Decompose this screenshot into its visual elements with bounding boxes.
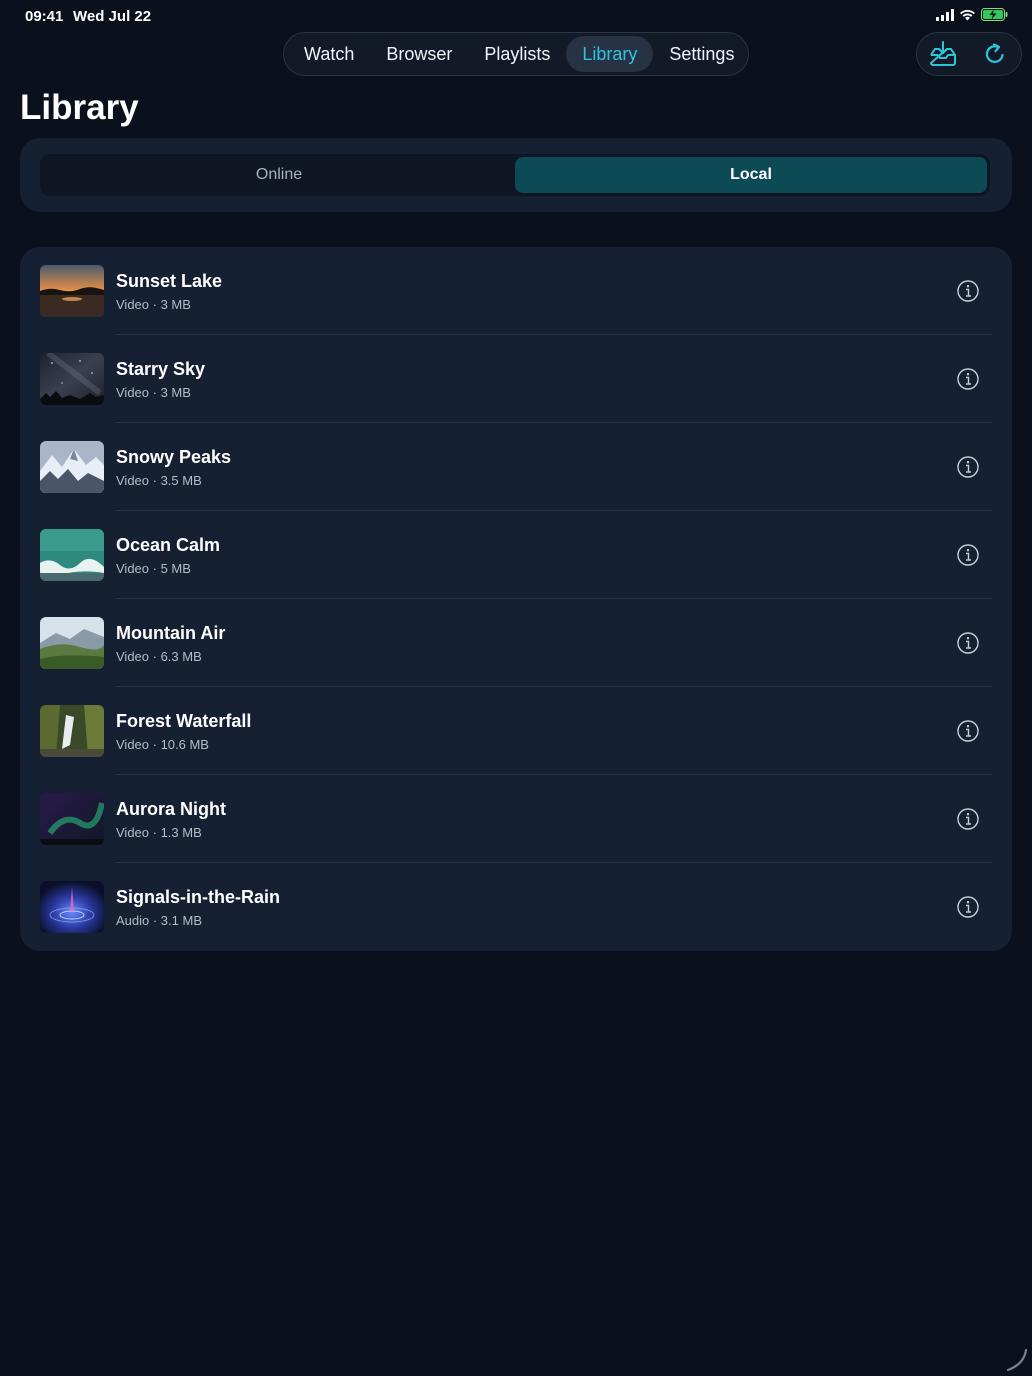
item-subtitle: Video · 10.6 MB bbox=[116, 737, 209, 752]
wifi-icon bbox=[960, 9, 975, 20]
item-title: Sunset Lake bbox=[116, 271, 223, 291]
info-icon[interactable] bbox=[956, 719, 980, 743]
status-icons bbox=[936, 8, 1008, 21]
thumbnail-aurora-night bbox=[40, 793, 104, 845]
list-item[interactable]: Mountain Air Video · 6.3 MB bbox=[20, 599, 1012, 687]
info-icon[interactable] bbox=[956, 543, 980, 567]
item-subtitle: Video · 3.5 MB bbox=[116, 473, 202, 488]
refresh-icon bbox=[985, 43, 1004, 63]
item-subtitle: Video · 3 MB bbox=[116, 297, 191, 312]
item-subtitle: Video · 3 MB bbox=[116, 385, 191, 400]
refresh-button[interactable] bbox=[975, 34, 1015, 74]
toolbar-actions bbox=[916, 32, 1022, 76]
cellular-signal-icon bbox=[936, 8, 954, 21]
thumbnail-snowy-peaks bbox=[40, 441, 104, 493]
thumbnail-ocean-calm bbox=[40, 529, 104, 581]
item-title: Forest Waterfall bbox=[116, 711, 252, 731]
tab-library[interactable]: Library bbox=[566, 36, 654, 72]
import-button[interactable] bbox=[923, 34, 963, 74]
thumbnail-signals-in-the-rain bbox=[40, 881, 104, 933]
info-icon[interactable] bbox=[956, 631, 980, 655]
info-icon[interactable] bbox=[956, 895, 980, 919]
info-icon[interactable] bbox=[956, 455, 980, 479]
item-title: Ocean Calm bbox=[116, 535, 221, 555]
item-title: Snowy Peaks bbox=[116, 447, 232, 467]
list-item[interactable]: Aurora Night Video · 1.3 MB bbox=[20, 775, 1012, 863]
tab-playlists[interactable]: Playlists bbox=[468, 36, 566, 72]
tab-watch[interactable]: Watch bbox=[288, 36, 370, 72]
item-title: Starry Sky bbox=[116, 359, 206, 379]
scope-card: Online Local bbox=[20, 138, 1012, 212]
status-date: Wed Jul 22 bbox=[73, 8, 152, 25]
media-list: Sunset Lake Video · 3 MB Starry Sky Vide… bbox=[20, 247, 1012, 951]
list-item[interactable]: Signals-in-the-Rain Audio · 3.1 MB bbox=[20, 863, 1012, 951]
item-title: Mountain Air bbox=[116, 623, 226, 643]
thumbnail-starry-sky bbox=[40, 353, 104, 405]
tab-settings[interactable]: Settings bbox=[653, 36, 750, 72]
list-item[interactable]: Sunset Lake Video · 3 MB bbox=[20, 247, 1012, 335]
list-item[interactable]: Forest Waterfall Video · 10.6 MB bbox=[20, 687, 1012, 775]
status-bar: 09:41 Wed Jul 22 bbox=[0, 0, 1032, 32]
scope-segmented-control: Online Local bbox=[40, 154, 990, 196]
item-subtitle: Video · 6.3 MB bbox=[116, 649, 202, 664]
item-subtitle: Video · 1.3 MB bbox=[116, 825, 202, 840]
info-icon[interactable] bbox=[956, 807, 980, 831]
item-title: Aurora Night bbox=[116, 799, 226, 819]
item-subtitle: Audio · 3.1 MB bbox=[116, 913, 202, 928]
tab-browser[interactable]: Browser bbox=[370, 36, 468, 72]
list-item[interactable]: Starry Sky Video · 3 MB bbox=[20, 335, 1012, 423]
list-item[interactable]: Snowy Peaks Video · 3.5 MB bbox=[20, 423, 1012, 511]
segment-local[interactable]: Local bbox=[515, 157, 987, 193]
main-tab-bar: Watch Browser Playlists Library Settings bbox=[283, 32, 749, 76]
item-subtitle: Video · 5 MB bbox=[116, 561, 191, 576]
thumbnail-mountain-air bbox=[40, 617, 104, 669]
info-icon[interactable] bbox=[956, 367, 980, 391]
battery-charging-icon bbox=[981, 8, 1008, 21]
tray-download-icon bbox=[930, 41, 956, 66]
item-title: Signals-in-the-Rain bbox=[116, 887, 281, 907]
resize-corner-icon bbox=[1006, 1348, 1028, 1372]
thumbnail-sunset-lake bbox=[40, 265, 104, 317]
info-icon[interactable] bbox=[956, 279, 980, 303]
status-time: 09:41 bbox=[25, 8, 64, 25]
page-title: Library bbox=[20, 88, 139, 127]
thumbnail-forest-waterfall bbox=[40, 705, 104, 757]
list-item[interactable]: Ocean Calm Video · 5 MB bbox=[20, 511, 1012, 599]
segment-online[interactable]: Online bbox=[43, 157, 515, 193]
